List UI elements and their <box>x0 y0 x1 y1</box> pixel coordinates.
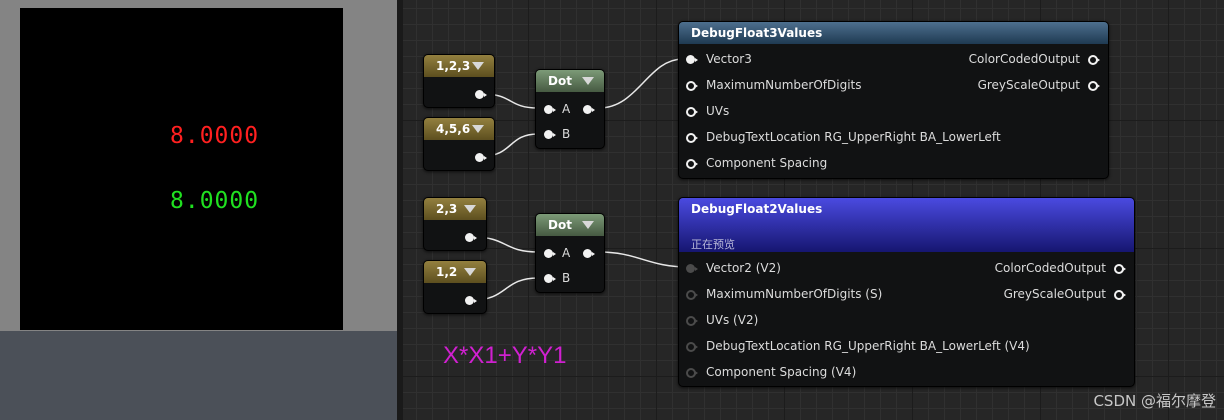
pin-label-b: B <box>562 127 571 141</box>
pin-label: MaximumNumberOfDigits <box>706 78 862 92</box>
input-pin-uvs[interactable] <box>686 316 698 326</box>
pin-label: DebugTextLocation RG_UpperRight BA_Lower… <box>706 130 1001 144</box>
watermark: CSDN @福尔摩登 <box>1093 392 1216 410</box>
pin-label: Vector3 <box>706 52 752 66</box>
constant-node-title: 1,2,3 <box>424 55 494 77</box>
formula-annotation: X*X1+Y*Y1 <box>443 342 567 369</box>
input-pin-text-location[interactable] <box>686 342 698 352</box>
output-pin[interactable] <box>583 249 595 259</box>
debug-float2-values-node[interactable]: DebugFloat2Values 正在预览 Vector2 (V2) Maxi… <box>678 197 1135 387</box>
wire-dot2-to-debug2 <box>598 251 689 268</box>
output-pin[interactable] <box>475 153 487 163</box>
preview-value-green: 8.0000 <box>170 188 260 214</box>
output-pin[interactable] <box>465 233 477 243</box>
input-pin-component-spacing[interactable] <box>686 368 698 378</box>
output-pin[interactable] <box>475 90 487 100</box>
wire-dot1-to-debug3 <box>598 58 684 109</box>
preview-pane: 8.0000 8.0000 <box>0 0 397 420</box>
pin-label: ColorCodedOutput <box>994 261 1106 275</box>
input-pin-max-digits[interactable] <box>686 290 698 300</box>
constant-node-4-5-6[interactable]: 4,5,6 <box>423 117 495 171</box>
output-pin-color-coded[interactable] <box>1088 55 1100 65</box>
collapse-arrow-icon[interactable] <box>464 205 476 213</box>
input-pin-vector3[interactable] <box>686 55 698 65</box>
pin-label: DebugTextLocation RG_UpperRight BA_Lower… <box>706 339 1030 353</box>
pin-label-a: A <box>562 102 571 116</box>
collapse-arrow-icon[interactable] <box>464 268 476 276</box>
pin-label: Vector2 (V2) <box>706 261 781 275</box>
input-pin-vector2[interactable] <box>686 264 698 274</box>
constant-node-title: 1,2 <box>424 261 486 283</box>
input-pin-b[interactable] <box>544 130 556 140</box>
collapse-arrow-icon[interactable] <box>582 77 594 85</box>
pin-label: MaximumNumberOfDigits (S) <box>706 287 883 301</box>
pin-label: UVs <box>706 104 730 118</box>
constant-node-1-2-3[interactable]: 1,2,3 <box>423 54 495 108</box>
dot-node-title: Dot <box>536 214 604 236</box>
input-pin-text-location[interactable] <box>686 133 698 143</box>
collapse-arrow-icon[interactable] <box>472 125 484 133</box>
input-pin-uvs[interactable] <box>686 107 698 117</box>
pin-label: UVs (V2) <box>706 313 759 327</box>
constant-node-2-3[interactable]: 2,3 <box>423 197 487 251</box>
input-pin-a[interactable] <box>544 249 556 259</box>
output-pin-color-coded[interactable] <box>1114 264 1126 274</box>
output-pin-greyscale[interactable] <box>1114 290 1126 300</box>
node-title: DebugFloat2Values <box>691 202 823 216</box>
constant-node-title: 4,5,6 <box>424 118 494 140</box>
input-pin-a[interactable] <box>544 105 556 115</box>
pin-label: ColorCodedOutput <box>968 52 1080 66</box>
node-title: DebugFloat3Values <box>679 22 1108 44</box>
input-pin-b[interactable] <box>544 274 556 284</box>
pin-label-a: A <box>562 246 571 260</box>
pin-label-b: B <box>562 271 571 285</box>
output-pin-greyscale[interactable] <box>1088 81 1100 91</box>
pin-label: Component Spacing (V4) <box>706 365 857 379</box>
collapse-arrow-icon[interactable] <box>472 62 484 70</box>
preview-value-red: 8.0000 <box>170 123 260 149</box>
node-title-bar: DebugFloat2Values 正在预览 <box>679 198 1134 252</box>
dot-node-title: Dot <box>536 70 604 92</box>
preview-details-panel <box>0 331 397 420</box>
input-pin-max-digits[interactable] <box>686 81 698 91</box>
dot-node-1[interactable]: Dot A B <box>535 69 605 149</box>
pin-label: GreyScaleOutput <box>1003 287 1106 301</box>
constant-node-title: 2,3 <box>424 198 486 220</box>
pin-label: Component Spacing <box>706 156 828 170</box>
preview-status: 正在预览 <box>691 238 735 251</box>
constant-node-1-2[interactable]: 1,2 <box>423 260 487 314</box>
output-pin[interactable] <box>465 296 477 306</box>
collapse-arrow-icon[interactable] <box>582 221 594 229</box>
output-pin[interactable] <box>583 105 595 115</box>
debug-float3-values-node[interactable]: DebugFloat3Values Vector3 MaximumNumberO… <box>678 21 1109 179</box>
preview-viewport: 8.0000 8.0000 <box>20 8 343 330</box>
pin-label: GreyScaleOutput <box>977 78 1080 92</box>
input-pin-component-spacing[interactable] <box>686 159 698 169</box>
dot-node-2[interactable]: Dot A B <box>535 213 605 293</box>
